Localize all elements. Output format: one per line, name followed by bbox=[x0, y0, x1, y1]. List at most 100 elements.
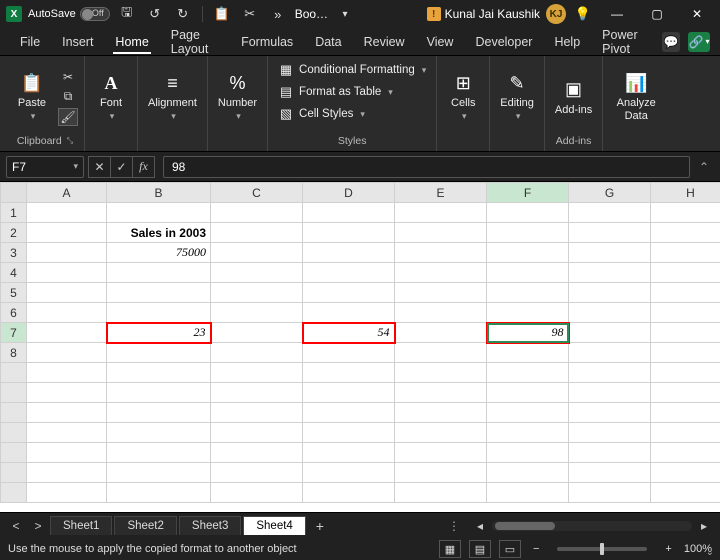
tab-data[interactable]: Data bbox=[305, 31, 351, 53]
formula-input[interactable]: 98 bbox=[163, 156, 690, 178]
row-header-8[interactable]: 8 bbox=[1, 343, 27, 363]
cell-b2[interactable]: Sales in 2003 bbox=[107, 223, 211, 243]
add-sheet-button[interactable]: + bbox=[308, 518, 332, 534]
cancel-formula-icon[interactable]: ✕ bbox=[88, 156, 110, 178]
select-all-corner[interactable] bbox=[1, 183, 27, 203]
cut-icon[interactable]: ✂ bbox=[58, 68, 78, 86]
zoom-in-button[interactable]: + bbox=[661, 543, 675, 555]
share-button[interactable]: 🔗▾ bbox=[688, 32, 710, 52]
alignment-button[interactable]: ≡ Alignment ▾ bbox=[144, 69, 201, 124]
row-header-5[interactable]: 5 bbox=[1, 283, 27, 303]
sheet-tab-4[interactable]: Sheet4 bbox=[243, 516, 305, 535]
conditional-formatting-button[interactable]: ▦ Conditional Formatting ▾ bbox=[274, 60, 430, 80]
hscroll-left-icon[interactable]: ◂ bbox=[470, 516, 490, 536]
analyze-data-button[interactable]: 📊 Analyze Data bbox=[609, 69, 663, 123]
horizontal-scrollbar[interactable] bbox=[492, 521, 692, 531]
cells-button[interactable]: ⊞ Cells ▾ bbox=[443, 69, 483, 124]
group-font: A Font ▾ bbox=[85, 56, 138, 151]
tab-page-layout[interactable]: Page Layout bbox=[161, 24, 229, 60]
sheet-nav-prev-icon[interactable]: < bbox=[6, 516, 26, 536]
tab-developer[interactable]: Developer bbox=[465, 31, 542, 53]
doc-dropdown-icon[interactable]: ▾ bbox=[334, 3, 356, 25]
tab-home[interactable]: Home bbox=[105, 31, 158, 53]
cell-styles-button[interactable]: ▧ Cell Styles ▾ bbox=[274, 104, 369, 124]
paste-button[interactable]: 📋 Paste ▾ bbox=[12, 69, 52, 124]
col-header-g[interactable]: G bbox=[569, 183, 651, 203]
col-header-e[interactable]: E bbox=[395, 183, 487, 203]
lightbulb-icon[interactable]: 💡 bbox=[572, 3, 594, 25]
sheet-tab-1[interactable]: Sheet1 bbox=[50, 516, 112, 535]
status-message: Use the mouse to apply the copied format… bbox=[8, 543, 297, 555]
redo-icon[interactable]: ↻ bbox=[172, 3, 194, 25]
cell-d7[interactable]: 54 bbox=[303, 323, 395, 343]
tab-power-pivot[interactable]: Power Pivot bbox=[592, 24, 658, 60]
formula-bar: F7 ▾ ✕ ✓ fx 98 ⌃ bbox=[0, 152, 720, 182]
ribbon: 📋 Paste ▾ ✂ ⧉ 🖌 Clipboard⤡ A Font ▾ bbox=[0, 56, 720, 152]
alignment-icon: ≡ bbox=[160, 71, 184, 95]
tab-review[interactable]: Review bbox=[354, 31, 415, 53]
autosave-toggle[interactable]: AutoSave bbox=[28, 7, 110, 21]
save-icon[interactable]: 🖫 bbox=[116, 3, 138, 25]
col-header-c[interactable]: C bbox=[211, 183, 303, 203]
account-name[interactable]: ! Kunal Jai Kaushik bbox=[427, 7, 540, 21]
toggle-off-icon[interactable] bbox=[80, 7, 110, 21]
sheet-tab-overflow-icon[interactable]: ⋮ bbox=[440, 519, 468, 533]
row-header-1[interactable]: 1 bbox=[1, 203, 27, 223]
col-header-d[interactable]: D bbox=[303, 183, 395, 203]
ribbon-tabs: File Insert Home Page Layout Formulas Da… bbox=[0, 28, 720, 56]
undo-icon[interactable]: ↺ bbox=[144, 3, 166, 25]
format-painter-icon[interactable]: 🖌 bbox=[58, 108, 78, 126]
tab-formulas[interactable]: Formulas bbox=[231, 31, 303, 53]
cut-icon[interactable]: ✂ bbox=[239, 3, 261, 25]
tab-view[interactable]: View bbox=[417, 31, 464, 53]
collapse-ribbon-icon[interactable]: ⌄ bbox=[706, 547, 714, 558]
view-page-layout-icon[interactable]: ▤ bbox=[469, 540, 491, 558]
editing-button[interactable]: ✎ Editing ▾ bbox=[496, 69, 538, 124]
clipboard-icon[interactable]: 📋 bbox=[211, 3, 233, 25]
font-button[interactable]: A Font ▾ bbox=[91, 69, 131, 124]
addins-button[interactable]: ▣ Add-ins bbox=[551, 76, 596, 118]
row-header-7[interactable]: 7 bbox=[1, 323, 27, 343]
separator bbox=[202, 6, 203, 22]
cell-styles-icon: ▧ bbox=[278, 106, 294, 122]
cell-b7[interactable]: 23 bbox=[107, 323, 211, 343]
number-button[interactable]: % Number ▾ bbox=[214, 69, 261, 124]
zoom-slider[interactable] bbox=[557, 547, 647, 551]
tab-file[interactable]: File bbox=[10, 31, 50, 53]
cell-b3[interactable]: 75000 bbox=[107, 243, 211, 263]
copy-icon[interactable]: ⧉ bbox=[58, 88, 78, 106]
view-normal-icon[interactable]: ▦ bbox=[439, 540, 461, 558]
sheet-tab-3[interactable]: Sheet3 bbox=[179, 516, 241, 535]
sheet-tab-2[interactable]: Sheet2 bbox=[114, 516, 176, 535]
autosave-label: AutoSave bbox=[28, 8, 76, 20]
spreadsheet-grid[interactable]: A B C D E F G H 1 2 Sales in 2003 3 7500… bbox=[0, 182, 720, 512]
hscroll-right-icon[interactable]: ▸ bbox=[694, 516, 714, 536]
sheet-nav-next-icon[interactable]: > bbox=[28, 516, 48, 536]
row-header-3[interactable]: 3 bbox=[1, 243, 27, 263]
name-box[interactable]: F7 ▾ bbox=[6, 156, 84, 178]
zoom-out-button[interactable]: − bbox=[529, 543, 543, 555]
close-button[interactable]: ✕ bbox=[680, 0, 714, 28]
tab-insert[interactable]: Insert bbox=[52, 31, 103, 53]
format-as-table-icon: ▤ bbox=[278, 84, 294, 100]
comments-button[interactable]: 💬 bbox=[662, 32, 680, 52]
user-avatar[interactable]: KJ bbox=[546, 4, 566, 24]
addins-icon: ▣ bbox=[562, 78, 586, 102]
row-header-2[interactable]: 2 bbox=[1, 223, 27, 243]
col-header-b[interactable]: B bbox=[107, 183, 211, 203]
group-styles: ▦ Conditional Formatting ▾ ▤ Format as T… bbox=[268, 56, 437, 151]
cell-f7[interactable]: 98 bbox=[487, 323, 569, 343]
col-header-f[interactable]: F bbox=[487, 183, 569, 203]
view-page-break-icon[interactable]: ▭ bbox=[499, 540, 521, 558]
expand-formula-bar-icon[interactable]: ⌃ bbox=[694, 156, 714, 178]
row-header-6[interactable]: 6 bbox=[1, 303, 27, 323]
tab-help[interactable]: Help bbox=[544, 31, 590, 53]
col-header-h[interactable]: H bbox=[651, 183, 720, 203]
format-as-table-button[interactable]: ▤ Format as Table ▾ bbox=[274, 82, 397, 102]
status-bar: Use the mouse to apply the copied format… bbox=[0, 538, 720, 560]
more-qat-icon[interactable]: » bbox=[267, 3, 289, 25]
row-header-4[interactable]: 4 bbox=[1, 263, 27, 283]
col-header-a[interactable]: A bbox=[27, 183, 107, 203]
fx-icon[interactable]: fx bbox=[132, 156, 154, 178]
enter-formula-icon[interactable]: ✓ bbox=[110, 156, 132, 178]
